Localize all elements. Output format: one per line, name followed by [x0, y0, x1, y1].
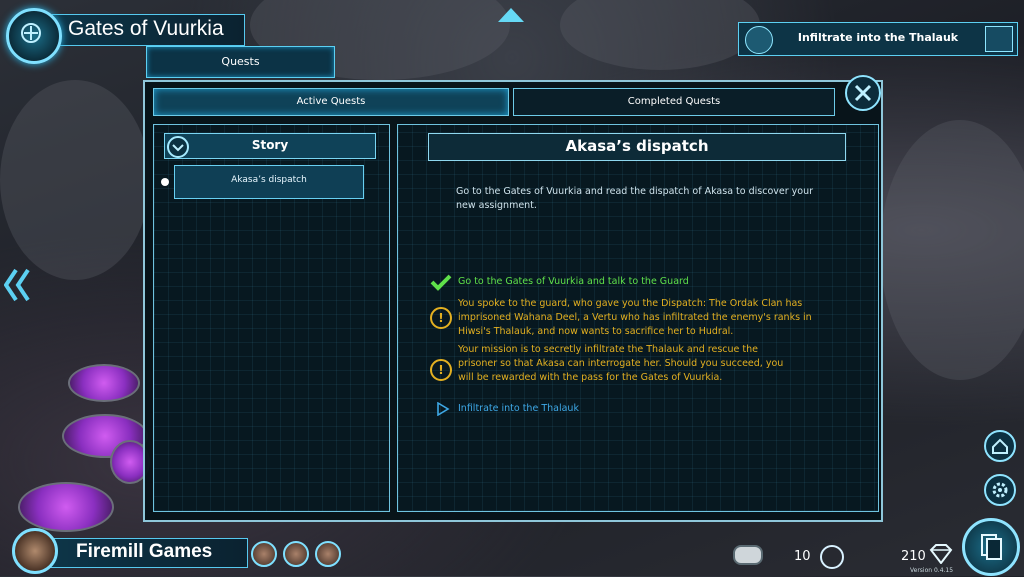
quest-title-bar: Akasa’s dispatch: [428, 133, 846, 161]
tab-completed-quests[interactable]: Completed Quests: [513, 88, 835, 116]
gem-count: 210: [901, 549, 926, 564]
cards-button[interactable]: [962, 518, 1020, 576]
quest-list-item-label: Akasa’s dispatch: [231, 175, 307, 185]
cards-icon: [981, 534, 1002, 560]
checkmark-icon: [430, 274, 452, 291]
quest-list-panel: Story Akasa’s dispatch: [153, 124, 390, 512]
location-banner: Gates of Vuurkia: [52, 14, 245, 46]
quest-log-window: Active Quests Completed Quests Story Aka…: [143, 80, 883, 522]
faction-emblem-icon: [21, 23, 41, 43]
ticket-icon[interactable]: [733, 545, 763, 565]
map-button[interactable]: [6, 8, 62, 64]
gear-icon: [992, 482, 1008, 498]
quest-step-current: Infiltrate into the Thalauk: [430, 401, 850, 417]
play-arrow-icon: [437, 402, 450, 416]
quest-category-story[interactable]: Story: [164, 133, 376, 159]
quest-list-item[interactable]: Akasa’s dispatch: [161, 165, 364, 199]
quest-step-completed: Go to the Gates of Vuurkia and talk to t…: [430, 273, 850, 291]
party-member-avatar[interactable]: [315, 541, 341, 567]
diamond-icon: [929, 544, 953, 564]
quest-title: Akasa’s dispatch: [565, 137, 709, 155]
player-name: Firemill Games: [76, 541, 213, 562]
home-icon: [992, 438, 1008, 454]
quest-category-label: Story: [251, 138, 289, 152]
location-title: Gates of Vuurkia: [68, 17, 224, 40]
home-button[interactable]: [984, 430, 1016, 462]
quest-emblem-icon: [745, 26, 773, 54]
quest-step-text: Infiltrate into the Thalauk: [458, 403, 579, 414]
close-button[interactable]: [845, 75, 881, 111]
player-avatar[interactable]: [12, 528, 58, 574]
energy-count: 10: [794, 549, 811, 564]
tab-active-quests[interactable]: Active Quests: [153, 88, 509, 116]
quest-step-info: ! Your mission is to secretly infiltrate…: [430, 343, 850, 401]
quests-header-label: Quests: [221, 55, 260, 68]
journal-icon[interactable]: [985, 26, 1013, 52]
quest-step-info: ! You spoke to the guard, who gave you t…: [430, 297, 850, 341]
party-member-avatar[interactable]: [283, 541, 309, 567]
crystal-pool: [18, 482, 114, 532]
tracked-quest-label: Infiltrate into the Thalauk: [797, 31, 959, 44]
quest-step-text: Go to the Gates of Vuurkia and talk to t…: [458, 276, 689, 287]
close-icon: [854, 84, 872, 102]
quest-detail-panel: Akasa’s dispatch Go to the Gates of Vuur…: [397, 124, 879, 512]
quests-header-tab[interactable]: Quests: [146, 46, 335, 78]
player-name-banner: Firemill Games: [50, 538, 248, 568]
settings-button[interactable]: [984, 474, 1016, 506]
selected-dot-icon: [161, 178, 169, 186]
quest-step-text: You spoke to the guard, who gave you the…: [458, 298, 812, 337]
version-label: Version 0.4.15: [910, 567, 954, 574]
party-member-avatar[interactable]: [251, 541, 277, 567]
quest-description: Go to the Gates of Vuurkia and read the …: [456, 186, 814, 211]
energy-icon: [820, 545, 844, 569]
tracked-quest-bar[interactable]: Infiltrate into the Thalauk: [738, 22, 1018, 56]
double-chevron-left-icon[interactable]: [4, 268, 30, 302]
crystal-pool: [68, 364, 140, 402]
exclamation-icon: !: [430, 307, 452, 329]
quest-step-text: Your mission is to secretly infiltrate t…: [458, 344, 784, 383]
exclamation-icon: !: [430, 359, 452, 381]
collapse-up-arrow-icon[interactable]: [498, 8, 524, 22]
